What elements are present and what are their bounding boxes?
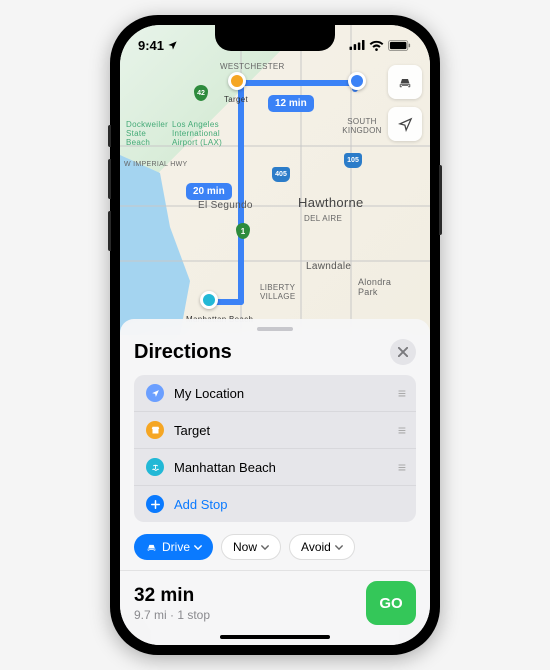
summary-subtext: 9.7 mi · 1 stop (134, 608, 210, 622)
go-button[interactable]: GO (366, 581, 416, 625)
stop-row-manhattan-beach[interactable]: Manhattan Beach ≡ (134, 449, 416, 486)
car-icon (145, 542, 158, 552)
map-label: Los Angeles International Airport (LAX) (172, 120, 234, 147)
current-location-pin[interactable] (348, 72, 366, 90)
drag-handle-icon[interactable]: ≡ (398, 459, 404, 475)
route-shield: 42 (194, 85, 208, 101)
mode-label: Drive (162, 540, 190, 554)
stop-label: My Location (174, 386, 388, 401)
status-time: 9:41 (138, 38, 164, 53)
wifi-icon (369, 40, 384, 51)
highway-shield: 105 (344, 153, 362, 168)
route-time-badge-1[interactable]: 12 min (268, 95, 314, 112)
chevron-down-icon (335, 545, 343, 550)
map-stop-label-target: Target (224, 95, 248, 104)
map-label: Hawthorne (298, 195, 364, 210)
go-label: GO (379, 595, 402, 612)
map-label: Dockweiler State Beach (126, 120, 170, 147)
drag-handle-icon[interactable]: ≡ (398, 422, 404, 438)
screen: 9:41 12 min 20 min (120, 25, 430, 645)
summary-time: 32 min (134, 585, 210, 607)
map-label: SOUTH KINGDON (337, 117, 387, 135)
transport-mode-button[interactable]: Drive (134, 534, 213, 560)
add-stop-button[interactable]: Add Stop (134, 486, 416, 522)
depart-time-button[interactable]: Now (221, 534, 281, 560)
directions-sheet[interactable]: Directions My Location ≡ Target ≡ (120, 319, 430, 645)
drag-handle-icon[interactable]: ≡ (398, 385, 404, 401)
chevron-down-icon (261, 545, 269, 550)
stop-row-target[interactable]: Target ≡ (134, 412, 416, 449)
stop-row-my-location[interactable]: My Location ≡ (134, 375, 416, 412)
map-canvas[interactable]: 12 min 20 min Target Manhattan Beach WES… (120, 25, 430, 335)
chevron-down-icon (194, 545, 202, 550)
avoid-label: Avoid (301, 540, 331, 554)
map-label: Alondra Park (358, 277, 398, 297)
plus-icon (151, 500, 160, 509)
location-arrow-icon (151, 389, 160, 398)
highway-shield: 405 (272, 167, 290, 182)
map-mode-button[interactable] (388, 65, 422, 99)
map-locate-button[interactable] (388, 107, 422, 141)
divider (120, 570, 430, 571)
notch (215, 25, 335, 51)
map-label: WESTCHESTER (220, 62, 285, 71)
phone-side-button-right (439, 165, 442, 235)
time-label: Now (233, 540, 257, 554)
map-label: Lawndale (306, 261, 351, 272)
sheet-grabber[interactable] (257, 327, 293, 331)
phone-frame: 9:41 12 min 20 min (110, 15, 440, 655)
location-arrow-icon (398, 117, 413, 132)
sheet-title: Directions (134, 341, 232, 364)
add-stop-label: Add Stop (174, 497, 404, 512)
stop-pin-manhattan-beach[interactable] (200, 291, 218, 309)
route-summary: 32 min 9.7 mi · 1 stop (134, 585, 210, 622)
close-button[interactable] (390, 339, 416, 365)
route-time-badge-2[interactable]: 20 min (186, 183, 232, 200)
phone-side-buttons-left (108, 125, 111, 263)
signal-icon (349, 40, 365, 50)
battery-icon (388, 40, 412, 51)
avoid-options-button[interactable]: Avoid (289, 534, 355, 560)
route-shield: 1 (236, 223, 250, 239)
stops-list: My Location ≡ Target ≡ Manhattan Beach ≡… (134, 375, 416, 522)
stop-pin-target[interactable] (228, 72, 246, 90)
stop-label: Manhattan Beach (174, 460, 388, 475)
map-label: LIBERTY VILLAGE (260, 283, 298, 301)
location-arrow-icon (167, 40, 178, 51)
home-indicator[interactable] (220, 635, 330, 639)
stop-label: Target (174, 423, 388, 438)
beach-icon (151, 463, 160, 472)
map-label: DEL AIRE (304, 214, 342, 223)
map-label: W IMPERIAL HWY (124, 161, 187, 168)
store-icon (151, 426, 160, 435)
car-icon (396, 75, 414, 89)
map-label: El Segundo (198, 200, 253, 211)
close-icon (398, 347, 408, 357)
